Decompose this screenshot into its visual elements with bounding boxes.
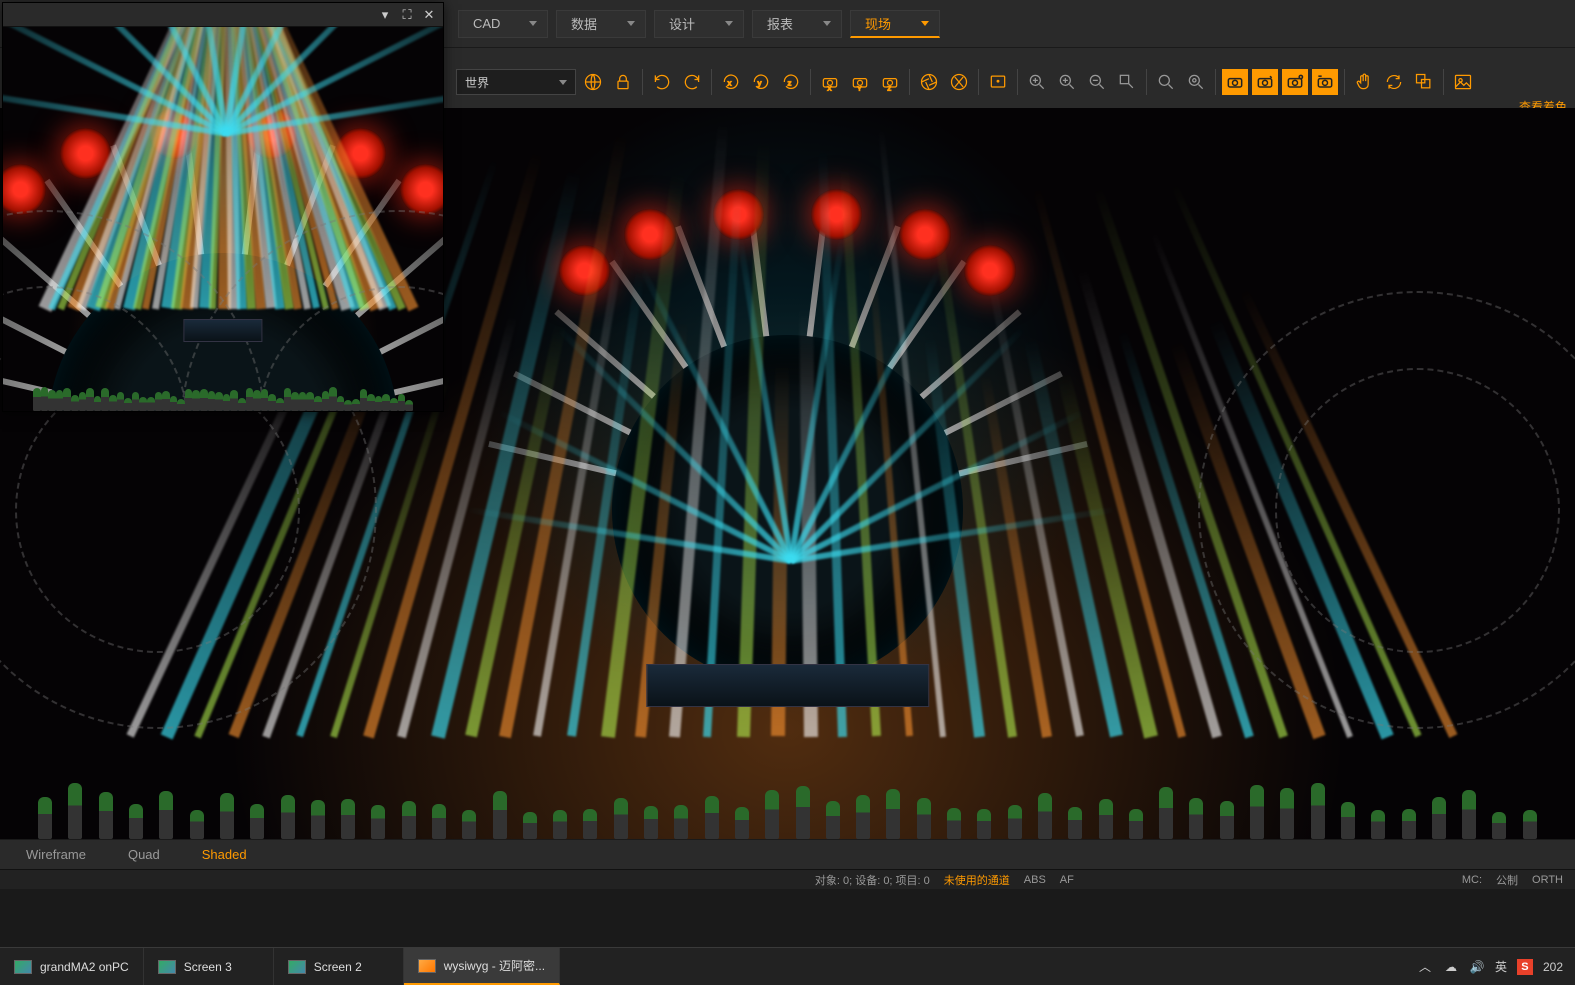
world-dropdown[interactable]: 世界 <box>456 69 576 95</box>
menu-cad[interactable]: CAD <box>458 10 548 38</box>
panel-close-icon[interactable]: ✕ <box>421 7 437 23</box>
zoom-out-icon[interactable] <box>1084 69 1110 95</box>
panel-maximize-icon[interactable]: ⛶ <box>399 7 415 23</box>
image-icon[interactable] <box>1450 69 1476 95</box>
tab-quad[interactable]: Quad <box>122 843 166 866</box>
svg-text:x: x <box>728 78 732 87</box>
status-channels: 未使用的通道 <box>944 872 1010 888</box>
aperture-2-icon[interactable] <box>946 69 972 95</box>
screen-icon[interactable] <box>985 69 1011 95</box>
task-grandma2[interactable]: grandMA2 onPC <box>0 948 144 985</box>
status-units: 公制 <box>1496 872 1518 888</box>
panel-minimize-icon[interactable]: ▾ <box>377 7 393 23</box>
camera-x-icon[interactable]: X <box>817 69 843 95</box>
menu-data[interactable]: 数据 <box>556 10 646 38</box>
windows-icon[interactable] <box>1411 69 1437 95</box>
find-icon[interactable] <box>1153 69 1179 95</box>
aperture-icon[interactable] <box>916 69 942 95</box>
tab-wireframe[interactable]: Wireframe <box>20 843 92 866</box>
axis-x-icon[interactable]: x <box>718 69 744 95</box>
camera-y-icon[interactable]: Y <box>847 69 873 95</box>
svg-text:X: X <box>828 86 832 92</box>
axis-y-icon[interactable]: y <box>748 69 774 95</box>
rotate-ccw-icon[interactable] <box>679 69 705 95</box>
rotate-icon[interactable] <box>649 69 675 95</box>
panel-titlebar[interactable]: ▾ ⛶ ✕ <box>3 3 443 27</box>
panel-body[interactable] <box>3 27 443 411</box>
task-wysiwyg[interactable]: wysiwyg - 迈阿密... <box>404 948 560 985</box>
svg-text:z: z <box>788 78 792 87</box>
refresh-icon[interactable] <box>1381 69 1407 95</box>
task-screen2[interactable]: Screen 2 <box>274 948 404 985</box>
view-tabs: Wireframe Quad Shaded <box>0 839 1575 869</box>
main-toolbar: 世界 x y z X Y Z <box>450 64 1575 100</box>
status-af: AF <box>1060 874 1074 886</box>
axis-z-icon[interactable]: z <box>778 69 804 95</box>
svg-text:y: y <box>758 78 762 87</box>
status-mc: MC: <box>1462 874 1482 886</box>
find-all-icon[interactable] <box>1183 69 1209 95</box>
tray-clock[interactable]: 202 <box>1543 960 1563 974</box>
bottom-gap <box>0 889 1575 947</box>
capture-4-icon[interactable] <box>1312 69 1338 95</box>
menu-live[interactable]: 现场 <box>850 10 940 38</box>
tray-s-icon[interactable]: S <box>1517 959 1533 975</box>
status-orth: ORTH <box>1532 874 1563 886</box>
floating-preview-panel[interactable]: ▾ ⛶ ✕ <box>2 2 444 412</box>
system-tray: ︿ ☁ 🔊 英 S 202 <box>1405 958 1575 975</box>
tray-chevron-up-icon[interactable]: ︿ <box>1417 959 1433 975</box>
hand-icon[interactable] <box>1351 69 1377 95</box>
tray-volume-icon[interactable]: 🔊 <box>1469 959 1485 975</box>
menu-report[interactable]: 报表 <box>752 10 842 38</box>
capture-3-icon[interactable] <box>1282 69 1308 95</box>
globe-icon[interactable] <box>580 69 606 95</box>
windows-taskbar: grandMA2 onPC Screen 3 Screen 2 wysiwyg … <box>0 947 1575 985</box>
tray-ime[interactable]: 英 <box>1495 958 1507 975</box>
tab-shaded[interactable]: Shaded <box>196 843 253 866</box>
zoom-fit-icon[interactable] <box>1024 69 1050 95</box>
menu-design[interactable]: 设计 <box>654 10 744 38</box>
camera-z-icon[interactable]: Z <box>877 69 903 95</box>
task-screen3[interactable]: Screen 3 <box>144 948 274 985</box>
tray-cloud-icon[interactable]: ☁ <box>1443 959 1459 975</box>
status-objects: 对象: 0; 设备: 0; 项目: 0 <box>815 872 930 888</box>
svg-text:Y: Y <box>858 86 862 92</box>
capture-1-icon[interactable] <box>1222 69 1248 95</box>
svg-text:Z: Z <box>888 86 892 92</box>
status-abs: ABS <box>1024 874 1046 886</box>
zoom-in-icon[interactable] <box>1054 69 1080 95</box>
status-bar: 对象: 0; 设备: 0; 项目: 0 未使用的通道 ABS AF MC: 公制… <box>0 869 1575 889</box>
zoom-rect-icon[interactable] <box>1114 69 1140 95</box>
lock-icon[interactable] <box>610 69 636 95</box>
capture-2-icon[interactable] <box>1252 69 1278 95</box>
